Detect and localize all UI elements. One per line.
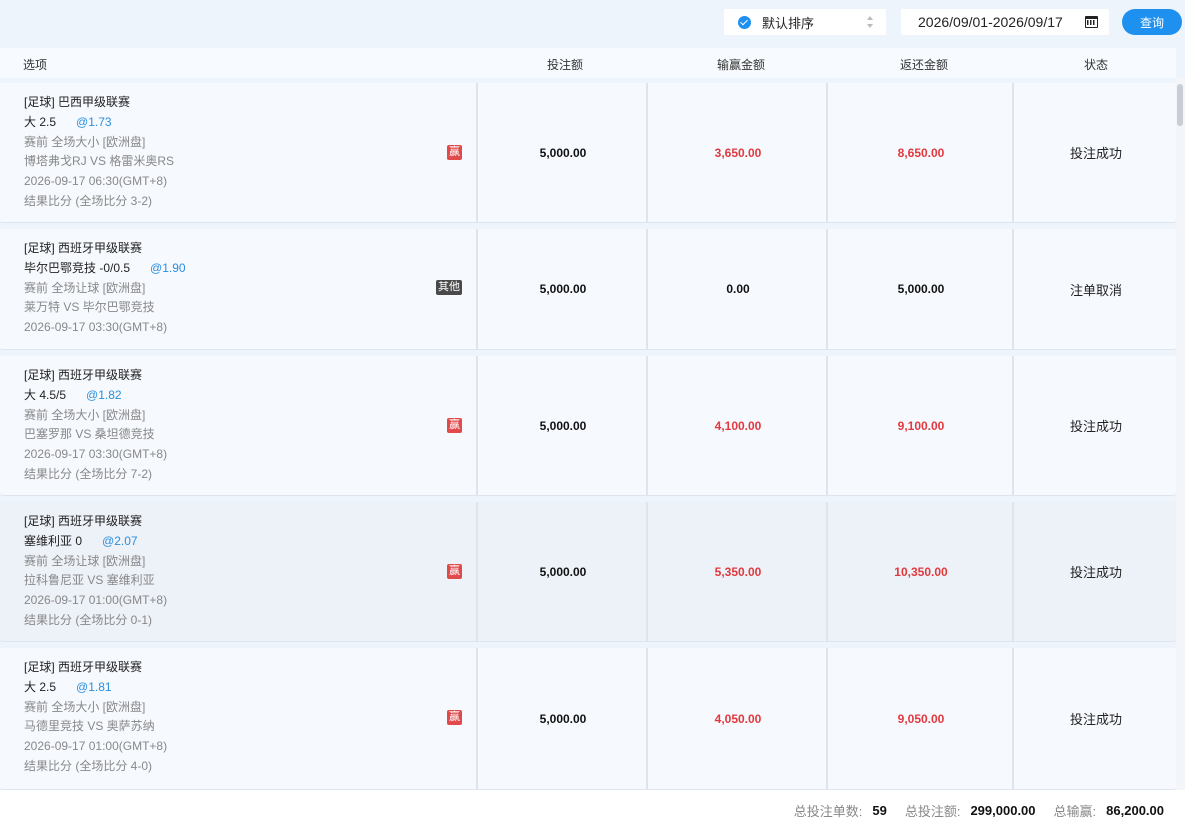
- option-cell: [足球] 巴西甲级联赛 大 2.5 @1.73 赛前 全场大小 [欧洲盘] 博塔弗…: [0, 83, 478, 222]
- match-time: 2026-09-17 01:00(GMT+8): [24, 593, 168, 608]
- league-name: [足球] 巴西甲级联赛: [24, 95, 131, 109]
- result-tag: 赢: [447, 564, 462, 579]
- table-row[interactable]: [足球] 西班牙甲级联赛 塞维利亚 0 @2.07 赛前 全场让球 [欧洲盘] 拉…: [0, 502, 1176, 642]
- status-cell: 投注成功: [1069, 146, 1122, 161]
- total-count-label: 总投注单数:: [793, 803, 863, 819]
- win-loss-cell: 3,650.00: [650, 83, 828, 222]
- result-score: 结果比分 (全场比分 4-0): [24, 758, 153, 773]
- result-tag: 其他: [436, 280, 462, 295]
- market: 赛前 全场大小 [欧洲盘]: [24, 699, 146, 714]
- match-time: 2026-09-17 06:30(GMT+8): [24, 174, 168, 189]
- date-range-value: 2026/09/01-2026/09/17: [918, 14, 1063, 30]
- status-cell: 投注成功: [1069, 712, 1122, 727]
- total-count-value: 59: [872, 802, 887, 818]
- return-cell: 9,100.00: [830, 356, 1014, 495]
- table-header: 选项 投注额 输赢金额 返还金额 状态: [0, 48, 1176, 78]
- date-range-picker[interactable]: 2026/09/01-2026/09/17: [901, 9, 1109, 35]
- total-stake-value: 299,000.00: [970, 802, 1036, 818]
- pick: 塞维利亚 0: [24, 533, 83, 548]
- option-cell: [足球] 西班牙甲级联赛 毕尔巴鄂竞技 -0/0.5 @1.90 赛前 全场让球 …: [0, 229, 478, 349]
- result-tag: 赢: [447, 418, 462, 433]
- odds: @1.90: [150, 260, 186, 275]
- stake-cell: 5,000.00: [480, 229, 648, 349]
- sort-select[interactable]: 默认排序: [724, 9, 886, 35]
- market: 赛前 全场大小 [欧洲盘]: [24, 134, 146, 149]
- market: 赛前 全场让球 [欧洲盘]: [24, 280, 146, 295]
- scrollbar-thumb[interactable]: [1177, 84, 1183, 126]
- result-tag: 赢: [447, 145, 462, 160]
- check-circle-icon: [738, 15, 751, 29]
- result-tag: 赢: [447, 710, 462, 725]
- win-loss-cell: 0.00: [650, 229, 828, 349]
- total-win-value: 86,200.00: [1106, 802, 1164, 818]
- return-cell: 8,650.00: [830, 83, 1014, 222]
- league-name: [足球] 西班牙甲级联赛: [24, 241, 143, 255]
- total-win-label: 总输赢:: [1053, 803, 1097, 819]
- vertical-scrollbar[interactable]: [1176, 78, 1185, 790]
- result-score: 结果比分 (全场比分 0-1): [24, 612, 153, 627]
- win-loss-cell: 5,350.00: [650, 502, 828, 641]
- market: 赛前 全场让球 [欧洲盘]: [24, 553, 146, 568]
- odds: @2.07: [102, 533, 138, 548]
- header-win-loss: 输赢金额: [717, 58, 766, 72]
- result-score: 结果比分 (全场比分 3-2): [24, 193, 153, 208]
- pick: 毕尔巴鄂竞技 -0/0.5: [24, 260, 131, 275]
- match-time: 2026-09-17 03:30(GMT+8): [24, 447, 168, 462]
- sort-label: 默认排序: [762, 15, 815, 31]
- stake-cell: 5,000.00: [480, 83, 648, 222]
- summary-footer: 总投注单数: 59 总投注额: 299,000.00 总输赢: 86,200.0…: [0, 790, 1185, 830]
- odds: @1.73: [76, 114, 112, 129]
- query-button[interactable]: 查询: [1122, 9, 1182, 35]
- table-row[interactable]: [足球] 巴西甲级联赛 大 2.5 @1.73 赛前 全场大小 [欧洲盘] 博塔弗…: [0, 83, 1176, 223]
- teams: 巴塞罗那 VS 桑坦德竞技: [24, 427, 155, 442]
- header-return: 返还金额: [900, 58, 949, 72]
- pick: 大 2.5: [24, 679, 57, 694]
- sort-arrows-icon: [867, 16, 874, 28]
- return-cell: 9,050.00: [830, 648, 1014, 789]
- option-cell: [足球] 西班牙甲级联赛 大 2.5 @1.81 赛前 全场大小 [欧洲盘] 马德…: [0, 648, 478, 789]
- teams: 拉科鲁尼亚 VS 塞维利亚: [24, 573, 155, 588]
- win-loss-cell: 4,100.00: [650, 356, 828, 495]
- return-cell: 5,000.00: [830, 229, 1014, 349]
- win-loss-cell: 4,050.00: [650, 648, 828, 789]
- result-score: 结果比分 (全场比分 7-2): [24, 466, 153, 481]
- table-row[interactable]: [足球] 西班牙甲级联赛 大 2.5 @1.81 赛前 全场大小 [欧洲盘] 马德…: [0, 648, 1176, 790]
- option-cell: [足球] 西班牙甲级联赛 大 4.5/5 @1.82 赛前 全场大小 [欧洲盘] …: [0, 356, 478, 495]
- stake-cell: 5,000.00: [480, 356, 648, 495]
- calendar-icon[interactable]: [1085, 16, 1098, 28]
- teams: 莱万特 VS 毕尔巴鄂竞技: [24, 300, 155, 315]
- pick: 大 2.5: [24, 114, 57, 129]
- option-cell: [足球] 西班牙甲级联赛 塞维利亚 0 @2.07 赛前 全场让球 [欧洲盘] 拉…: [0, 502, 478, 641]
- odds: @1.81: [76, 679, 112, 694]
- header-status: 状态: [1084, 58, 1109, 72]
- match-time: 2026-09-17 03:30(GMT+8): [24, 320, 168, 335]
- odds: @1.82: [86, 387, 122, 402]
- market: 赛前 全场大小 [欧洲盘]: [24, 407, 146, 422]
- total-stake-label: 总投注额:: [904, 803, 961, 819]
- teams: 博塔弗戈RJ VS 格雷米奥RS: [24, 154, 175, 169]
- header-stake: 投注额: [547, 58, 584, 72]
- status-cell: 投注成功: [1069, 419, 1122, 434]
- league-name: [足球] 西班牙甲级联赛: [24, 660, 143, 674]
- league-name: [足球] 西班牙甲级联赛: [24, 514, 143, 528]
- teams: 马德里竞技 VS 奥萨苏纳: [24, 719, 155, 734]
- table-row[interactable]: [足球] 西班牙甲级联赛 大 4.5/5 @1.82 赛前 全场大小 [欧洲盘] …: [0, 356, 1176, 496]
- match-time: 2026-09-17 01:00(GMT+8): [24, 739, 168, 754]
- return-cell: 10,350.00: [830, 502, 1014, 641]
- header-option: 选项: [23, 58, 48, 72]
- status-cell: 注单取消: [1069, 282, 1122, 298]
- stake-cell: 5,000.00: [480, 502, 648, 641]
- league-name: [足球] 西班牙甲级联赛: [24, 368, 143, 382]
- toolbar: 默认排序 2026/09/01-2026/09/17 查询: [0, 0, 1185, 48]
- pick: 大 4.5/5: [24, 387, 67, 402]
- table-row[interactable]: [足球] 西班牙甲级联赛 毕尔巴鄂竞技 -0/0.5 @1.90 赛前 全场让球 …: [0, 229, 1176, 350]
- status-cell: 投注成功: [1069, 565, 1122, 580]
- stake-cell: 5,000.00: [480, 648, 648, 789]
